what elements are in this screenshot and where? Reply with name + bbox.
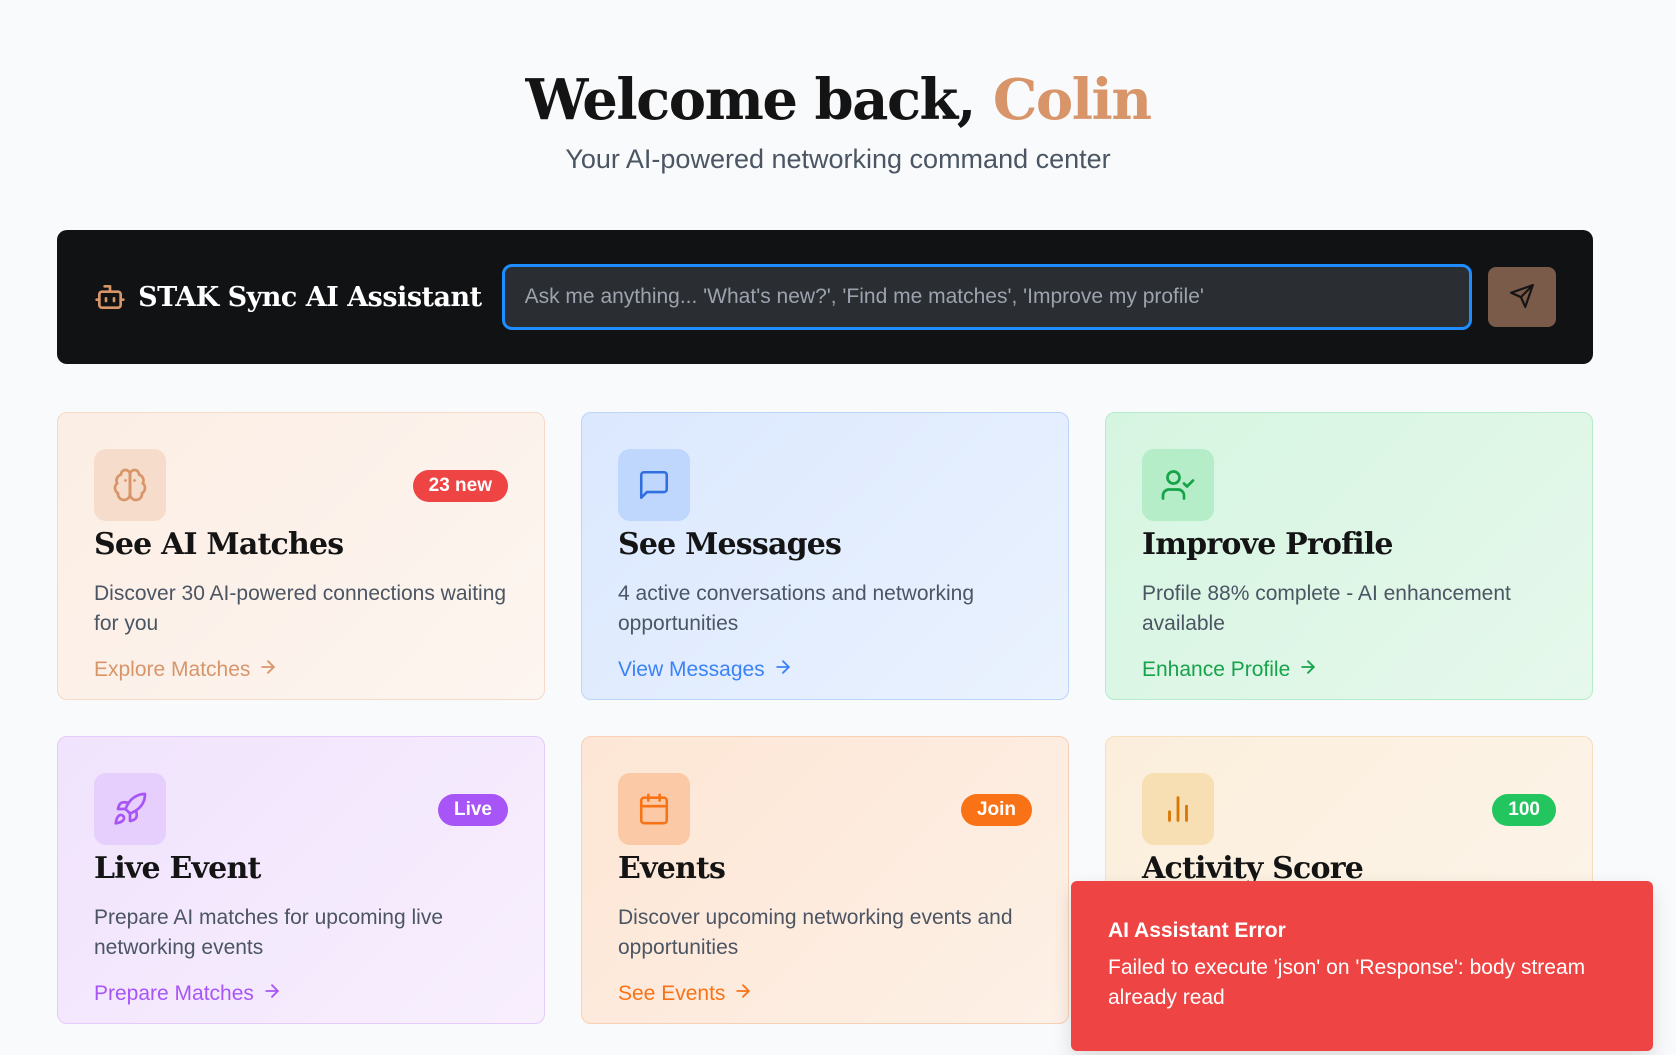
arrow-right-icon [1298, 657, 1318, 683]
card-title: Improve Profile [1142, 527, 1394, 562]
send-button[interactable] [1487, 267, 1556, 327]
hero: Welcome back, Colin Your AI-powered netw… [0, 0, 1676, 175]
arrow-right-icon [258, 657, 278, 683]
cta-label: Enhance Profile [1142, 658, 1291, 681]
bot-icon [94, 280, 126, 314]
card-title: See AI Matches [94, 527, 344, 562]
card-description: Discover 30 AI-powered connections waiti… [94, 582, 507, 635]
card-title: See Messages [618, 527, 842, 562]
status-badge: 23 new [412, 470, 508, 502]
rocket-icon [94, 773, 166, 845]
toast-title: AI Assistant Error [1108, 919, 1286, 942]
send-icon [1509, 283, 1535, 312]
card-description: 4 active conversations and networking op… [618, 582, 975, 635]
assistant-input[interactable] [501, 264, 1472, 330]
cta-label: Explore Matches [94, 658, 251, 681]
page-subtitle: Your AI-powered networking command cente… [565, 144, 1111, 174]
user-check-icon [1142, 449, 1214, 521]
assistant-title: STAK Sync AI Assistant [138, 281, 482, 313]
bar-chart-icon [1142, 773, 1214, 845]
card-title: Live Event [94, 851, 261, 886]
card-description: Prepare AI matches for upcoming live net… [94, 906, 444, 959]
card-events[interactable]: Join Events Discover upcoming networking… [581, 736, 1069, 1024]
view-messages-link[interactable]: View Messages [618, 657, 793, 683]
status-badge: Join [960, 794, 1032, 826]
enhance-profile-link[interactable]: Enhance Profile [1142, 657, 1318, 683]
status-badge: 100 [1492, 794, 1556, 826]
card-messages[interactable]: See Messages 4 active conversations and … [581, 412, 1069, 700]
cta-label: Prepare Matches [94, 982, 254, 1005]
status-badge: Live [437, 794, 508, 826]
card-ai-matches[interactable]: 23 new See AI Matches Discover 30 AI-pow… [57, 412, 545, 700]
error-toast[interactable]: AI Assistant Error Failed to execute 'js… [1071, 881, 1653, 1051]
page-title: Welcome back, Colin [0, 66, 1676, 134]
cta-label: See Events [618, 982, 726, 1005]
explore-matches-link[interactable]: Explore Matches [94, 657, 278, 683]
arrow-right-icon [773, 657, 793, 683]
prepare-matches-link[interactable]: Prepare Matches [94, 981, 282, 1007]
arrow-right-icon [262, 981, 282, 1007]
card-description: Discover upcoming networking events and … [618, 906, 1013, 959]
calendar-icon [618, 773, 690, 845]
card-description: Profile 88% complete - AI enhancement av… [1142, 582, 1511, 635]
card-live-event[interactable]: Live Live Event Prepare AI matches for u… [57, 736, 545, 1024]
user-name: Colin [992, 67, 1152, 133]
brain-icon [94, 449, 166, 521]
card-improve-profile[interactable]: Improve Profile Profile 88% complete - A… [1105, 412, 1593, 700]
greeting: Welcome back, [525, 67, 976, 133]
ai-assistant-bar: STAK Sync AI Assistant [57, 230, 1593, 364]
arrow-right-icon [733, 981, 753, 1007]
card-title: Events [618, 851, 726, 886]
toast-message: Failed to execute 'json' on 'Response': … [1108, 956, 1586, 1009]
message-icon [618, 449, 690, 521]
see-events-link[interactable]: See Events [618, 981, 753, 1007]
cta-label: View Messages [618, 658, 765, 681]
